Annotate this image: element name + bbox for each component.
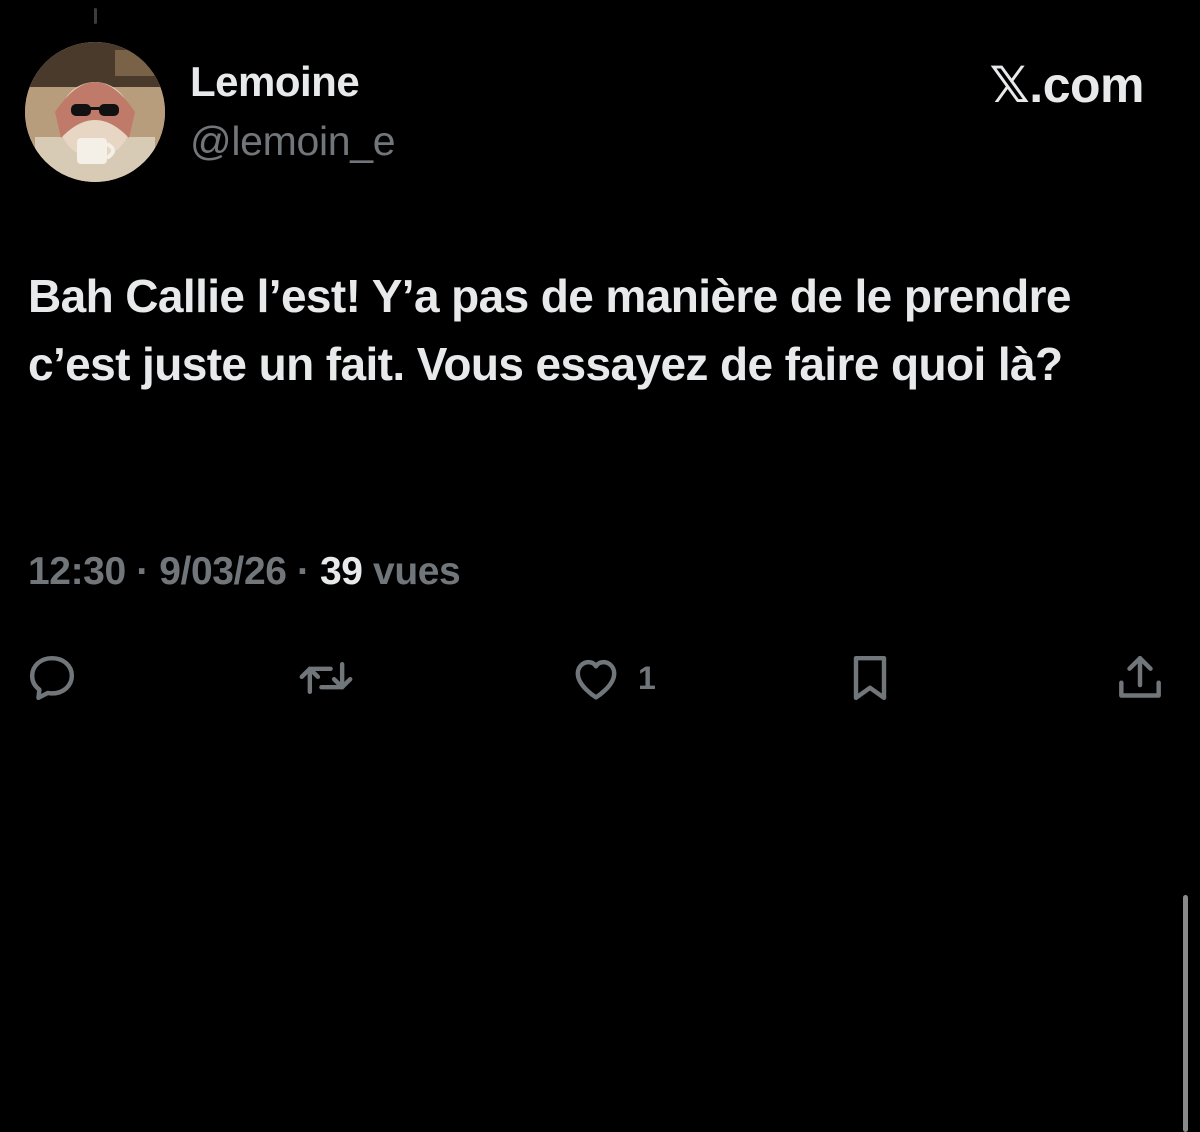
tweet-meta: 12:30 · 9/03/26 · 39 vues — [28, 550, 461, 594]
author-handle[interactable]: @lemoin_e — [190, 118, 396, 165]
meta-separator: · — [296, 550, 310, 593]
like-button[interactable]: 1 — [568, 650, 656, 706]
reply-button[interactable] — [24, 650, 80, 706]
like-count: 1 — [638, 659, 656, 696]
scrollbar[interactable] — [1183, 895, 1188, 1132]
thread-connector-line — [94, 8, 97, 24]
repost-icon — [299, 661, 353, 695]
reply-icon — [29, 655, 75, 701]
avatar[interactable] — [25, 42, 165, 182]
repost-button[interactable] — [296, 650, 356, 706]
bookmark-button[interactable] — [842, 650, 898, 706]
action-bar: 1 — [0, 650, 1200, 706]
views-count[interactable]: 39 — [320, 550, 363, 593]
share-button[interactable] — [1112, 650, 1168, 706]
meta-separator: · — [136, 550, 149, 593]
x-brand-label: 𝕏.com — [989, 57, 1145, 113]
author-display-name[interactable]: Lemoine — [190, 58, 360, 106]
heart-icon — [575, 659, 617, 700]
bookmark-icon — [853, 655, 887, 701]
tweet-time[interactable]: 12:30 — [28, 550, 126, 593]
tweet-text: Bah Callie l’est! Y’a pas de manière de … — [28, 270, 1072, 390]
avatar-image — [25, 42, 165, 182]
share-icon — [1119, 655, 1161, 698]
views-label[interactable]: vues — [373, 550, 461, 593]
tweet-date[interactable]: 9/03/26 — [159, 550, 287, 593]
